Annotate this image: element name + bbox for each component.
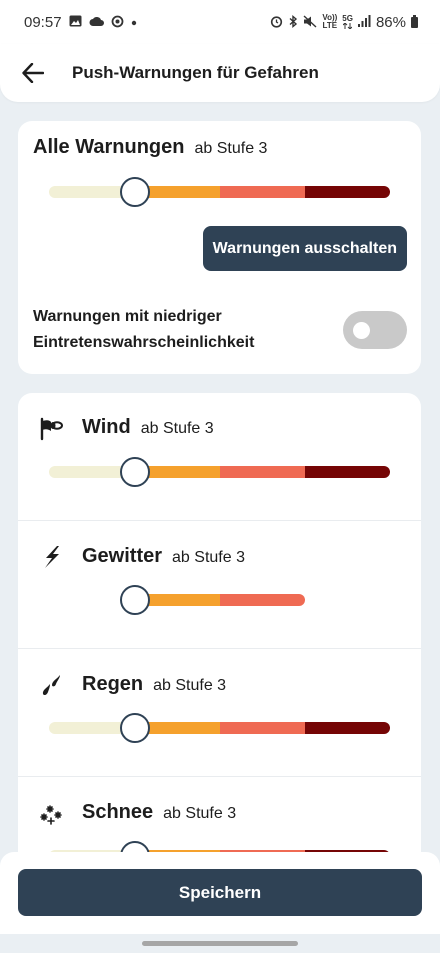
- hazard-item-wind: Wind ab Stufe 3: [18, 393, 421, 521]
- all-warnings-level: ab Stufe 3: [194, 140, 268, 157]
- app-header: Push-Warnungen für Gefahren: [0, 44, 440, 102]
- all-warnings-card: Alle Warnungen ab Stufe 3 Warnungen auss…: [18, 121, 421, 374]
- bluetooth-icon: [288, 14, 298, 30]
- battery-percent: 86%: [375, 13, 406, 31]
- slider-level-3: [220, 722, 305, 734]
- hazard-title: Wind ab Stufe 3: [82, 416, 214, 438]
- lightning-icon: [38, 543, 66, 571]
- all-warnings-title: Alle Warnungen: [33, 136, 185, 158]
- all-warnings-header: Alle Warnungen ab Stufe 3: [33, 136, 267, 159]
- slider-level-4: [305, 186, 390, 198]
- save-bar: Speichern: [0, 852, 440, 934]
- slider-level-4: [305, 466, 390, 478]
- battery-icon: [411, 14, 418, 28]
- gallery-icon: [69, 15, 82, 29]
- all-warnings-slider[interactable]: [49, 177, 390, 207]
- dot-icon: [131, 16, 137, 28]
- slider-level-3: [220, 186, 305, 198]
- hazard-title: Gewitter ab Stufe 3: [82, 545, 245, 567]
- hazard-title: Schnee ab Stufe 3: [82, 801, 237, 823]
- rain-icon: [38, 671, 66, 699]
- regen-slider[interactable]: [49, 713, 390, 743]
- signal-icon: [357, 15, 371, 29]
- mute-icon: [303, 14, 317, 30]
- back-button[interactable]: [0, 44, 66, 102]
- warnings-off-button[interactable]: Warnungen ausschalten: [202, 226, 407, 271]
- windsock-icon: [38, 415, 66, 443]
- page-title: Push-Warnungen für Gefahren: [72, 63, 319, 82]
- back-arrow-icon: [22, 63, 44, 83]
- slider-knob[interactable]: [120, 713, 150, 743]
- volte-indicator: Vo)) LTE: [322, 13, 338, 30]
- slider-level-3: [220, 594, 305, 606]
- gesture-handle[interactable]: [142, 941, 298, 946]
- toggle-knob: [353, 322, 370, 339]
- alarm-icon: [270, 15, 283, 30]
- wind-slider[interactable]: [49, 457, 390, 487]
- hazards-card: Wind ab Stufe 3 Gewitter ab Stufe 3 Rege…: [18, 393, 421, 913]
- low-probability-toggle[interactable]: [343, 311, 407, 349]
- hazard-title: Regen ab Stufe 3: [82, 673, 227, 695]
- save-button[interactable]: Speichern: [18, 869, 422, 916]
- system-nav-bar: [0, 934, 440, 953]
- slider-level-3: [220, 466, 305, 478]
- fiveg-indicator: 5G: [342, 15, 353, 29]
- snow-icon: [38, 799, 66, 827]
- hazard-item-gewitter: Gewitter ab Stufe 3: [18, 521, 421, 649]
- gewitter-slider[interactable]: [120, 585, 305, 615]
- data-arrows-icon: [343, 23, 353, 29]
- status-bar: 09:57 Vo)) LTE 5G 86%: [0, 0, 440, 44]
- sync-icon: [111, 15, 124, 30]
- slider-knob[interactable]: [120, 457, 150, 487]
- hazard-item-regen: Regen ab Stufe 3: [18, 649, 421, 777]
- slider-knob[interactable]: [120, 585, 150, 615]
- slider-knob[interactable]: [120, 177, 150, 207]
- status-time: 09:57: [24, 13, 62, 31]
- cloud-icon: [89, 16, 104, 29]
- low-probability-label: Warnungen mit niedriger Eintretenswahrsc…: [33, 308, 255, 351]
- slider-level-4: [305, 722, 390, 734]
